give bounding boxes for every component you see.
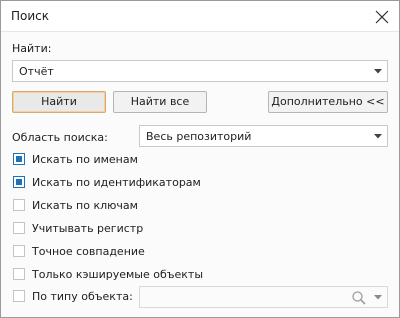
scope-combobox[interactable]: Весь репозиторий [139,125,388,147]
find-dropdown-button[interactable] [369,61,387,81]
chevron-down-icon [374,69,382,74]
search-option[interactable]: Искать по идентификаторам [13,174,201,190]
option-label: Только кэшируемые объекты [32,267,204,281]
title-bar: Поиск [1,1,399,32]
chevron-down-icon [374,295,382,300]
object-type-option[interactable]: По типу объекта: [13,288,133,304]
option-label: Искать по ключам [32,198,138,212]
advanced-button[interactable]: Дополнительно << [268,91,388,113]
object-type-label: По типу объекта: [32,289,133,303]
option-checkbox[interactable] [13,153,25,165]
option-checkbox[interactable] [13,268,25,280]
scope-label: Область поиска: [12,131,108,144]
find-combobox[interactable]: Отчёт [12,60,388,82]
find-label: Найти: [12,42,52,55]
object-type-combobox[interactable] [139,286,388,308]
option-checkbox[interactable] [13,199,25,211]
search-option[interactable]: Искать по ключам [13,197,138,213]
find-button[interactable]: Найти [12,91,106,113]
search-option[interactable]: Учитывать регистр [13,220,143,236]
option-checkbox[interactable] [13,222,25,234]
search-dialog: Поиск Найти: Отчёт Найти Найти все Допол… [0,0,400,318]
dialog-title: Поиск [11,9,50,23]
scope-dropdown-button[interactable] [369,126,387,146]
find-input-value: Отчёт [19,65,54,78]
option-checkbox[interactable] [13,176,25,188]
chevron-down-icon [374,134,382,139]
object-type-dropdown-button[interactable] [369,287,387,307]
close-icon [375,10,389,24]
object-type-checkbox[interactable] [13,290,25,302]
find-all-button[interactable]: Найти все [113,91,207,113]
option-checkbox[interactable] [13,245,25,257]
option-label: Точное совпадение [32,244,145,258]
close-button[interactable] [371,6,393,28]
option-label: Искать по идентификаторам [32,175,201,189]
search-option[interactable]: Точное совпадение [13,243,145,259]
search-option[interactable]: Только кэшируемые объекты [13,266,203,282]
search-icon[interactable] [351,290,367,306]
search-option[interactable]: Искать по именам [13,151,138,167]
option-label: Искать по именам [32,152,138,166]
scope-value: Весь репозиторий [146,130,252,143]
option-label: Учитывать регистр [32,221,144,235]
